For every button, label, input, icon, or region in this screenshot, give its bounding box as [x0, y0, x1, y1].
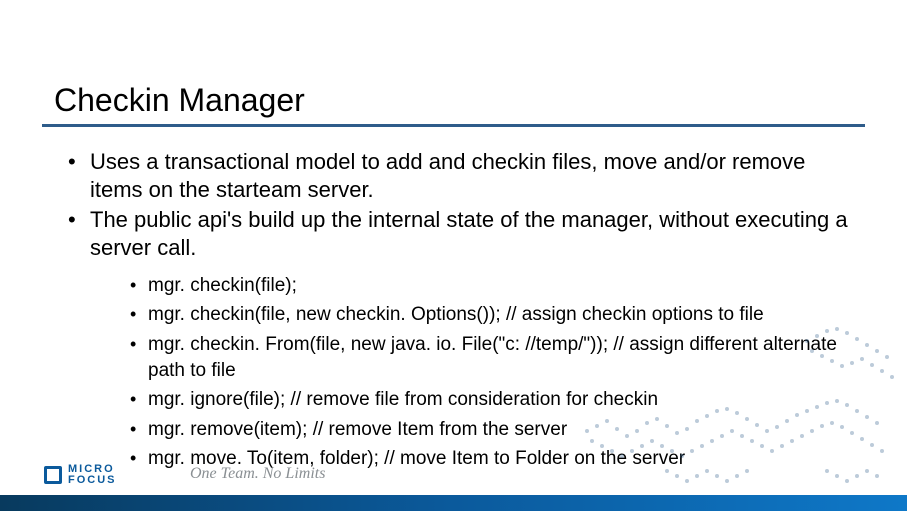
sub-bullet-item: mgr. checkin(file);	[128, 273, 854, 299]
sub-bullet-item: mgr. checkin(file, new checkin. Options(…	[128, 302, 854, 328]
content-area: Uses a transactional model to add and ch…	[64, 148, 854, 476]
company-logo: MICRO FOCUS	[44, 464, 117, 487]
logo-line-2: FOCUS	[68, 475, 117, 487]
footer: MICRO FOCUS One Team. No Limits	[0, 451, 907, 511]
logo-text: MICRO FOCUS	[68, 464, 117, 487]
logo-mark-icon	[44, 466, 62, 484]
bullet-text: The public api's build up the internal s…	[90, 207, 848, 260]
sub-bullet-item: mgr. remove(item); // remove Item from t…	[128, 417, 854, 443]
sub-bullet-item: mgr. checkin. From(file, new java. io. F…	[128, 332, 854, 383]
slide: Checkin Manager Uses a transactional mod…	[0, 0, 907, 511]
bullet-list: Uses a transactional model to add and ch…	[64, 148, 854, 472]
tagline: One Team. No Limits	[190, 465, 325, 483]
title-underline	[42, 124, 865, 127]
slide-title: Checkin Manager	[54, 82, 305, 119]
bullet-item: Uses a transactional model to add and ch…	[64, 148, 854, 204]
footer-band	[0, 495, 907, 511]
sub-bullet-item: mgr. ignore(file); // remove file from c…	[128, 387, 854, 413]
sub-bullet-list: mgr. checkin(file); mgr. checkin(file, n…	[128, 273, 854, 472]
bullet-item: The public api's build up the internal s…	[64, 206, 854, 472]
